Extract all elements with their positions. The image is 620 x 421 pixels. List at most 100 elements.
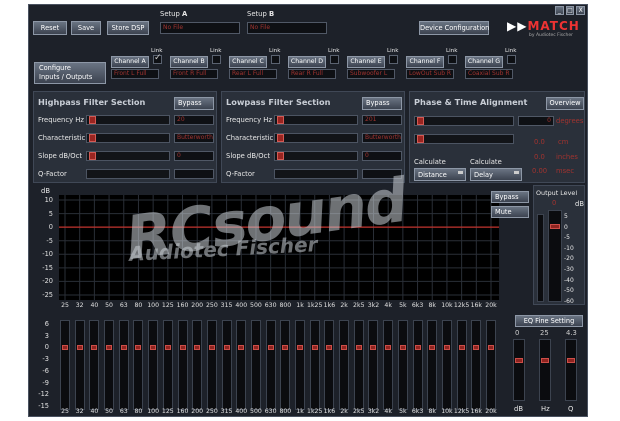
lowpass-qfactor-slider[interactable] <box>274 169 358 179</box>
eq-band-knob[interactable] <box>179 345 186 351</box>
highpass-slope-value[interactable]: 0 <box>174 151 214 161</box>
eq-band-slider[interactable] <box>177 320 188 410</box>
eq-band-slider[interactable] <box>339 320 350 410</box>
channel-button[interactable]: Channel C <box>229 56 267 68</box>
slider-knob[interactable] <box>277 134 284 142</box>
eq-band-knob[interactable] <box>91 345 98 351</box>
fine-db-knob[interactable] <box>515 358 523 363</box>
slider-knob[interactable] <box>277 116 284 124</box>
calculate-distance-select[interactable]: Distance <box>414 168 466 181</box>
eq-band-knob[interactable] <box>120 345 127 351</box>
lowpass-slope-slider[interactable] <box>274 151 358 161</box>
lowpass-qfactor-value[interactable] <box>362 169 402 179</box>
lowpass-frequency-value[interactable]: 201 <box>362 115 402 125</box>
eq-band-slider[interactable] <box>74 320 85 410</box>
minimize-button[interactable]: _ <box>555 6 564 15</box>
setup-b-field[interactable]: No File <box>247 22 327 34</box>
highpass-frequency-value[interactable]: 20 <box>174 115 214 125</box>
fine-hz-slider[interactable] <box>539 339 551 401</box>
eq-band-slider[interactable] <box>471 320 482 410</box>
eq-bypass-button[interactable]: Bypass <box>491 191 529 203</box>
fine-db-slider[interactable] <box>513 339 525 401</box>
channel-button[interactable]: Channel B <box>170 56 208 68</box>
slider-knob[interactable] <box>417 135 424 143</box>
channel-output-field[interactable]: Front L Full <box>111 69 159 79</box>
phase-degrees-slider[interactable] <box>414 116 514 126</box>
channel-button[interactable]: Channel E <box>347 56 385 68</box>
reset-button[interactable]: Reset <box>33 21 67 35</box>
eq-band-slider[interactable] <box>412 320 423 410</box>
output-level-knob[interactable] <box>550 223 560 229</box>
channel-output-field[interactable]: Coaxial Sub R <box>465 69 513 79</box>
eq-response-graph[interactable] <box>59 195 499 300</box>
fine-hz-knob[interactable] <box>541 358 549 363</box>
output-level-slider[interactable] <box>548 210 562 302</box>
eq-band-knob[interactable] <box>252 345 259 351</box>
eq-band-knob[interactable] <box>238 345 245 351</box>
lowpass-bypass-button[interactable]: Bypass <box>362 97 402 110</box>
eq-band-slider[interactable] <box>104 320 115 410</box>
highpass-frequency-slider[interactable] <box>86 115 170 125</box>
eq-band-slider[interactable] <box>295 320 306 410</box>
eq-band-slider[interactable] <box>118 320 129 410</box>
link-checkbox[interactable] <box>389 55 398 64</box>
calculate-delay-select[interactable]: Delay <box>470 168 522 181</box>
lowpass-characteristic-slider[interactable] <box>274 133 358 143</box>
eq-band-slider[interactable] <box>162 320 173 410</box>
channel-button[interactable]: Channel D <box>288 56 326 68</box>
channel-output-field[interactable]: Rear L Full <box>229 69 277 79</box>
channel-output-field[interactable]: LowOut Sub R <box>406 69 454 79</box>
eq-band-knob[interactable] <box>429 345 436 351</box>
eq-band-knob[interactable] <box>473 345 480 351</box>
eq-band-knob[interactable] <box>135 345 142 351</box>
eq-band-slider[interactable] <box>206 320 217 410</box>
eq-band-knob[interactable] <box>106 345 113 351</box>
highpass-characteristic-value[interactable]: Butterworth <box>174 133 214 143</box>
eq-band-knob[interactable] <box>267 345 274 351</box>
eq-band-knob[interactable] <box>385 345 392 351</box>
channel-output-field[interactable]: Rear R Full <box>288 69 336 79</box>
eq-band-knob[interactable] <box>355 345 362 351</box>
eq-band-slider[interactable] <box>309 320 320 410</box>
lowpass-characteristic-value[interactable]: Butterworth <box>362 133 402 143</box>
eq-band-knob[interactable] <box>164 345 171 351</box>
eq-band-knob[interactable] <box>458 345 465 351</box>
highpass-characteristic-slider[interactable] <box>86 133 170 143</box>
link-checkbox[interactable] <box>271 55 280 64</box>
eq-band-knob[interactable] <box>370 345 377 351</box>
link-checkbox[interactable] <box>448 55 457 64</box>
eq-band-slider[interactable] <box>486 320 496 410</box>
maximize-button[interactable]: □ <box>565 6 575 15</box>
eq-band-slider[interactable] <box>397 320 408 410</box>
channel-output-field[interactable]: Front R Full <box>170 69 218 79</box>
slider-knob[interactable] <box>417 117 424 125</box>
mute-button[interactable]: Mute <box>491 206 529 218</box>
time-alignment-slider[interactable] <box>414 134 514 144</box>
slider-knob[interactable] <box>277 152 284 160</box>
eq-band-knob[interactable] <box>208 345 215 351</box>
eq-band-slider[interactable] <box>383 320 394 410</box>
device-configuration-button[interactable]: Device Configuration <box>419 21 489 35</box>
eq-band-slider[interactable] <box>441 320 452 410</box>
eq-band-slider[interactable] <box>324 320 335 410</box>
eq-band-knob[interactable] <box>414 345 421 351</box>
eq-band-slider[interactable] <box>89 320 100 410</box>
eq-band-slider[interactable] <box>265 320 276 410</box>
phase-degrees-value[interactable]: 0 <box>518 116 554 126</box>
eq-band-slider[interactable] <box>353 320 364 410</box>
eq-band-slider[interactable] <box>192 320 203 410</box>
eq-band-slider[interactable] <box>236 320 247 410</box>
channel-button[interactable]: Channel F <box>406 56 444 68</box>
highpass-qfactor-slider[interactable] <box>86 169 170 179</box>
channel-output-field[interactable]: Subwoofer L <box>347 69 395 79</box>
eq-band-slider[interactable] <box>148 320 159 410</box>
eq-band-slider[interactable] <box>221 320 232 410</box>
lowpass-frequency-slider[interactable] <box>274 115 358 125</box>
highpass-slope-slider[interactable] <box>86 151 170 161</box>
save-button[interactable]: Save <box>71 21 101 35</box>
eq-band-knob[interactable] <box>223 345 230 351</box>
eq-fine-setting-button[interactable]: EQ Fine Setting <box>515 315 583 327</box>
eq-band-knob[interactable] <box>443 345 450 351</box>
configure-io-button[interactable]: Configure Inputs / Outputs <box>34 62 106 84</box>
eq-band-knob[interactable] <box>326 345 333 351</box>
